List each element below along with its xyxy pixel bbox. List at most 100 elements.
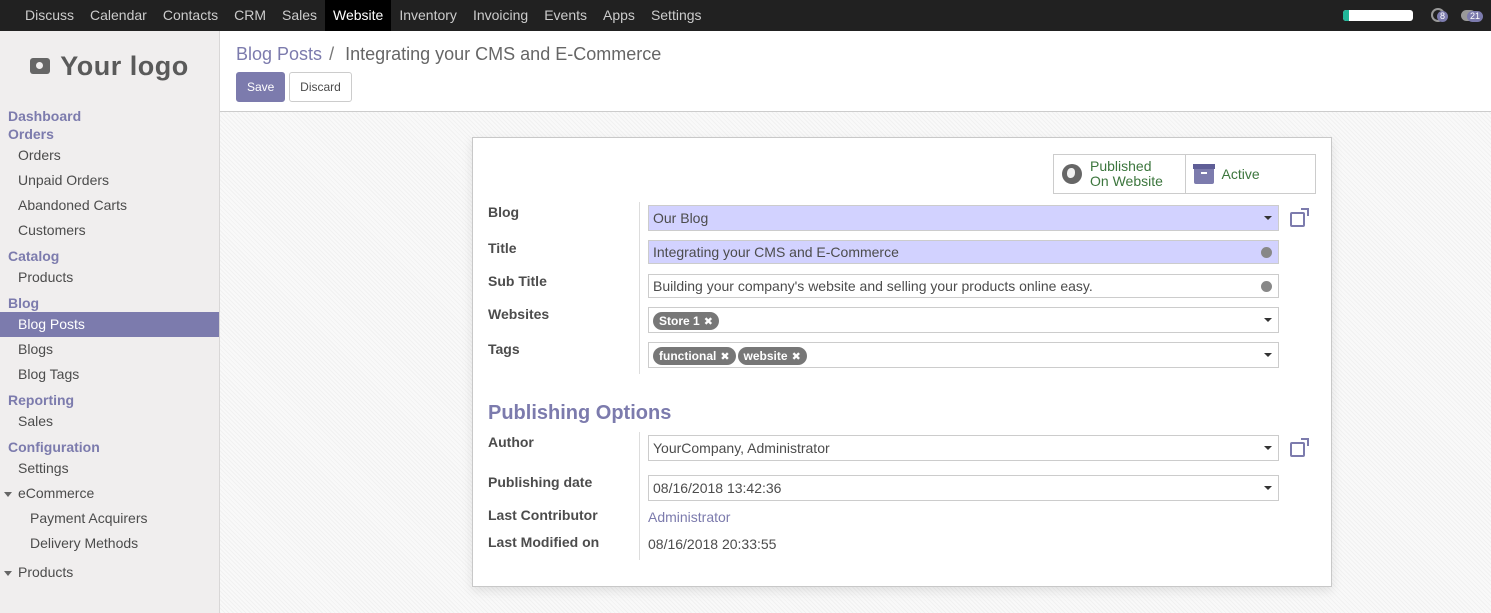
caret-down-icon <box>4 491 12 497</box>
sidebar-section-reporting: Reporting <box>8 392 75 408</box>
discard-button[interactable]: Discard <box>289 72 352 102</box>
last-modified-label: Last Modified on <box>488 534 600 550</box>
caret-down-icon <box>4 570 12 576</box>
menu-apps[interactable]: Apps <box>595 0 643 31</box>
button-box: Published On Website Active <box>1053 154 1316 194</box>
sidebar-item-reporting-sales[interactable]: Sales <box>0 409 219 434</box>
external-link-arrow <box>1301 438 1309 446</box>
last-contributor-label: Last Contributor <box>488 507 598 523</box>
sidebar-item-blog-posts[interactable]: Blog Posts <box>0 312 219 337</box>
progress-fill <box>1343 10 1349 21</box>
sidebar-section-orders: Orders <box>8 126 54 142</box>
published-toggle-button[interactable]: Published On Website <box>1054 155 1185 193</box>
publishing-options-heading: Publishing Options <box>488 402 672 424</box>
sidebar-toggle-ecommerce[interactable]: eCommerce <box>0 481 219 506</box>
last-modified-value: 08/16/2018 20:33:55 <box>648 536 777 552</box>
tags-label: Tags <box>488 341 520 357</box>
title-label: Title <box>488 240 517 256</box>
published-line2: On Website <box>1090 173 1163 189</box>
active-label: Active <box>1221 165 1260 182</box>
websites-many2many-input[interactable]: Store 1 ✖ <box>648 307 1279 333</box>
breadcrumb: Blog Posts / Integrating your CMS and E-… <box>236 44 661 65</box>
sidebar-item-payment-acquirers[interactable]: Payment Acquirers <box>0 506 219 531</box>
sidebar-toggle-products[interactable]: Products <box>0 560 219 585</box>
remove-tag-icon[interactable]: ✖ <box>704 316 713 328</box>
website-tag: Store 1 ✖ <box>653 312 719 330</box>
blog-select[interactable]: Our Blog <box>648 205 1279 231</box>
camera-icon <box>30 58 51 74</box>
sidebar-section-catalog: Catalog <box>8 248 60 264</box>
group-divider <box>639 202 640 374</box>
author-select[interactable]: YourCompany, Administrator <box>648 435 1279 461</box>
blog-value: Our Blog <box>653 210 709 226</box>
menu-website[interactable]: Website <box>325 0 392 31</box>
app-menu: Discuss Calendar Contacts CRM Sales Webs… <box>0 0 710 31</box>
title-value: Integrating your CMS and E-Commerce <box>653 244 899 260</box>
sidebar-item-delivery-methods[interactable]: Delivery Methods <box>0 531 219 556</box>
blog-label: Blog <box>488 204 520 220</box>
save-button[interactable]: Save <box>236 72 285 102</box>
sidebar-item-settings[interactable]: Settings <box>0 456 219 481</box>
company-logo: Your logo <box>0 31 219 101</box>
messages-icon[interactable]: 21 <box>1461 8 1484 24</box>
translate-globe-icon[interactable] <box>1261 247 1272 258</box>
sidebar-item-abandoned-carts[interactable]: Abandoned Carts <box>0 193 219 218</box>
author-label: Author <box>488 434 534 450</box>
menu-crm[interactable]: CRM <box>226 0 274 31</box>
top-navbar: Discuss Calendar Contacts CRM Sales Webs… <box>0 0 1491 31</box>
external-link-icon[interactable] <box>1289 438 1309 458</box>
control-panel: Blog Posts / Integrating your CMS and E-… <box>220 31 1491 112</box>
subtitle-value: Building your company's website and sell… <box>653 278 1093 294</box>
activity-count-badge: 8 <box>1437 10 1449 22</box>
sidebar-item-customers[interactable]: Customers <box>0 218 219 243</box>
publishing-date-label: Publishing date <box>488 474 593 490</box>
subtitle-input[interactable]: Building your company's website and sell… <box>648 274 1279 298</box>
sidebar-item-products[interactable]: Products <box>0 265 219 290</box>
group-divider <box>639 432 640 560</box>
menu-invoicing[interactable]: Invoicing <box>465 0 536 31</box>
published-line1: Published <box>1090 158 1152 174</box>
author-value: YourCompany, Administrator <box>653 440 830 456</box>
active-toggle-button[interactable]: Active <box>1184 155 1316 193</box>
globe-icon <box>1062 164 1082 184</box>
sidebar-item-unpaid-orders[interactable]: Unpaid Orders <box>0 168 219 193</box>
form-sheet: Published On Website Active Blog Our Blog… <box>472 137 1332 587</box>
breadcrumb-current: Integrating your CMS and E-Commerce <box>345 44 662 64</box>
sidebar: Your logo Dashboard Orders Orders Unpaid… <box>0 31 220 613</box>
menu-contacts[interactable]: Contacts <box>155 0 226 31</box>
published-label: Published On Website <box>1090 159 1163 189</box>
tags-many2many-input[interactable]: functional ✖ website ✖ <box>648 342 1279 368</box>
sidebar-item-blogs[interactable]: Blogs <box>0 337 219 362</box>
systray: 8 21 <box>1343 0 1491 31</box>
logo-text: Your logo <box>60 50 189 81</box>
last-contributor-link[interactable]: Administrator <box>648 509 730 525</box>
menu-events[interactable]: Events <box>536 0 595 31</box>
dropdown-caret-icon <box>1264 486 1272 490</box>
archive-icon <box>1192 164 1215 184</box>
menu-settings[interactable]: Settings <box>643 0 710 31</box>
messages-count-badge: 21 <box>1467 10 1484 22</box>
publishing-date-input[interactable]: 08/16/2018 13:42:36 <box>648 475 1279 501</box>
title-input[interactable]: Integrating your CMS and E-Commerce <box>648 240 1279 264</box>
menu-discuss[interactable]: Discuss <box>17 0 82 31</box>
sidebar-item-orders[interactable]: Orders <box>0 143 219 168</box>
translate-globe-icon[interactable] <box>1261 281 1272 292</box>
form-view: Published On Website Active Blog Our Blog… <box>220 112 1491 613</box>
menu-calendar[interactable]: Calendar <box>82 0 155 31</box>
sidebar-section-dashboard[interactable]: Dashboard <box>0 107 219 125</box>
breadcrumb-blog-posts[interactable]: Blog Posts <box>236 44 322 64</box>
menu-inventory[interactable]: Inventory <box>391 0 465 31</box>
tag-text: functional <box>659 349 717 363</box>
menu-sales[interactable]: Sales <box>274 0 325 31</box>
activity-icon[interactable]: 8 <box>1431 7 1449 24</box>
sidebar-toggle-label: eCommerce <box>18 485 95 501</box>
sidebar-toggle-label: Products <box>18 564 74 580</box>
tag-functional: functional ✖ <box>653 347 736 365</box>
tag-text: website <box>743 349 788 363</box>
remove-tag-icon[interactable]: ✖ <box>720 351 729 363</box>
dropdown-caret-icon <box>1264 446 1272 450</box>
remove-tag-icon[interactable]: ✖ <box>792 351 801 363</box>
onboarding-progress-bar[interactable] <box>1343 10 1413 21</box>
sidebar-item-blog-tags[interactable]: Blog Tags <box>0 362 219 387</box>
external-link-icon[interactable] <box>1289 208 1309 228</box>
